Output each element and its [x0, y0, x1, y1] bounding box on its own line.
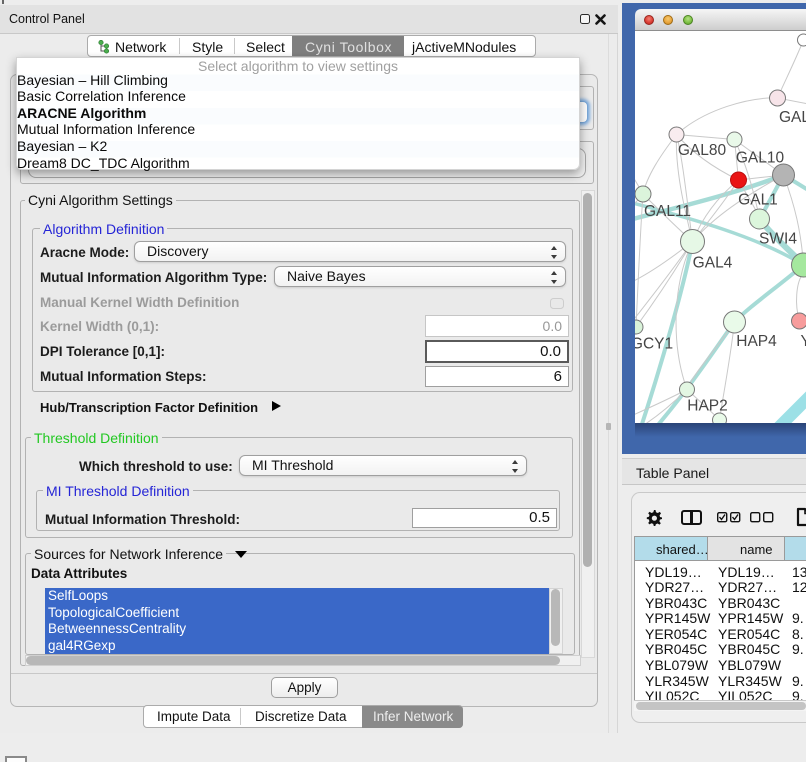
svg-text:GAL4: GAL4 [693, 255, 733, 272]
svg-text:GCY1: GCY1 [635, 336, 673, 353]
svg-text:HAP2: HAP2 [687, 398, 728, 415]
svg-text:HAP4: HAP4 [736, 333, 777, 350]
svg-text:GAL2: GAL2 [779, 109, 806, 126]
svg-text:GAL11: GAL11 [644, 203, 691, 220]
svg-text:Y: Y [801, 333, 806, 350]
svg-text:GAL10: GAL10 [736, 150, 785, 167]
svg-text:GAL1: GAL1 [738, 192, 778, 209]
svg-text:GAL80: GAL80 [678, 142, 727, 159]
svg-text:SWI4: SWI4 [759, 231, 797, 248]
